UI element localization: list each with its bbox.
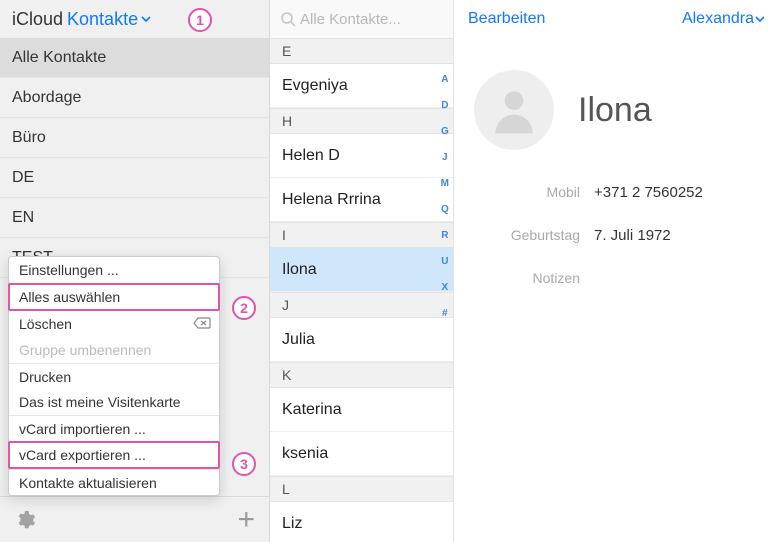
add-contact-button[interactable]: + [237,505,255,535]
edit-button[interactable]: Bearbeiten [468,10,545,28]
sidebar-group-item[interactable]: DE [0,158,269,198]
kontakte-dropdown-label: Kontakte [67,9,138,30]
menu-settings[interactable]: Einstellungen ... [9,257,219,283]
app-brand: iCloud [12,9,63,30]
sidebar-group-item[interactable]: EN [0,198,269,238]
account-dropdown-label: Alexandra [682,10,754,28]
annotation-badge-3: 3 [232,452,256,476]
menu-refresh-contacts[interactable]: Kontakte aktualisieren [9,469,219,495]
chevron-down-icon [754,13,766,25]
sidebar-group-item[interactable]: Büro [0,118,269,158]
menu-delete-label: Löschen [19,316,72,332]
annotation-badge-2: 2 [232,296,256,320]
menu-rename-group: Gruppe umbenennen [9,337,219,363]
mobile-label: Mobil [474,184,594,201]
alpha-index-letter[interactable]: J [442,152,448,178]
menu-vcard-import[interactable]: vCard importieren ... [9,415,219,441]
menu-print[interactable]: Drucken [9,363,219,389]
alpha-index-letter[interactable]: M [441,178,449,204]
notes-label: Notizen [474,270,594,286]
contact-list-item[interactable]: ksenia [270,432,453,476]
alpha-index-letter[interactable]: # [442,308,448,334]
settings-context-menu: Einstellungen ... Alles auswählen Lösche… [8,256,220,496]
person-icon [486,82,542,138]
search-icon [280,11,296,27]
menu-delete[interactable]: Löschen [9,311,219,337]
kontakte-dropdown[interactable]: Kontakte [67,9,152,30]
menu-my-card[interactable]: Das ist meine Visitenkarte [9,389,219,415]
alpha-index-letter[interactable]: Q [441,204,449,230]
mobile-value: +371 2 7560252 [594,184,703,201]
section-header: E [270,38,453,64]
sidebar-group-item[interactable]: Abordage [0,78,269,118]
contact-list-item[interactable]: Helena Rrrina [270,178,453,222]
contact-list-item[interactable]: Evgeniya [270,64,453,108]
contact-list-item[interactable]: Ilona [270,248,453,292]
alpha-index-letter[interactable]: D [441,100,448,126]
search-placeholder: Alle Kontakte... [300,11,401,28]
sidebar-group-item[interactable]: Alle Kontakte [0,38,269,78]
contact-list-item[interactable]: Helen D [270,134,453,178]
birthday-value: 7. Juli 1972 [594,227,671,244]
annotation-badge-1: 1 [188,8,212,32]
contact-list-item[interactable]: Katerina [270,388,453,432]
search-input[interactable]: Alle Kontakte... [280,11,401,28]
account-dropdown[interactable]: Alexandra [682,10,766,28]
settings-gear-button[interactable] [14,509,36,531]
alpha-index-letter[interactable]: G [441,126,449,152]
contact-list-item[interactable]: Liz [270,502,453,542]
contact-name: Ilona [578,91,652,130]
erase-icon [193,316,211,332]
section-header: H [270,108,453,134]
chevron-down-icon [140,13,152,25]
section-header: K [270,362,453,388]
gear-icon [14,509,36,531]
alpha-index-letter[interactable]: R [441,230,448,256]
alpha-index-letter[interactable]: X [441,282,448,308]
menu-vcard-export[interactable]: vCard exportieren ... [8,441,220,469]
menu-select-all[interactable]: Alles auswählen [8,283,220,311]
birthday-label: Geburtstag [474,227,594,244]
alpha-index-letter[interactable]: A [441,74,448,100]
section-header: I [270,222,453,248]
section-header: J [270,292,453,318]
contact-avatar [474,70,554,150]
section-header: L [270,476,453,502]
alpha-index-letter[interactable]: U [441,256,448,282]
contact-list-item[interactable]: Julia [270,318,453,362]
